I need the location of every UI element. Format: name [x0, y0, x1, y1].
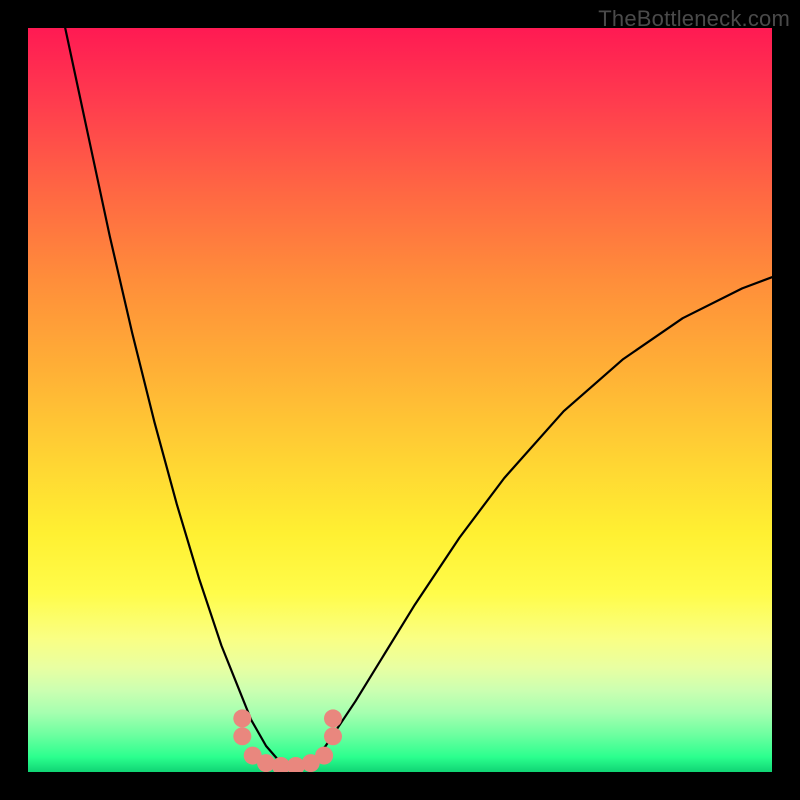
trough-marker — [315, 747, 333, 765]
marker-layer — [233, 709, 342, 772]
trough-marker — [233, 727, 251, 745]
main-curve — [65, 28, 772, 768]
curve-layer — [65, 28, 772, 768]
outer-frame: TheBottleneck.com — [0, 0, 800, 800]
trough-marker — [257, 754, 275, 772]
trough-marker — [233, 709, 251, 727]
trough-marker — [324, 727, 342, 745]
trough-marker — [324, 709, 342, 727]
chart-svg — [28, 28, 772, 772]
watermark-text: TheBottleneck.com — [598, 6, 790, 32]
plot-area — [28, 28, 772, 772]
